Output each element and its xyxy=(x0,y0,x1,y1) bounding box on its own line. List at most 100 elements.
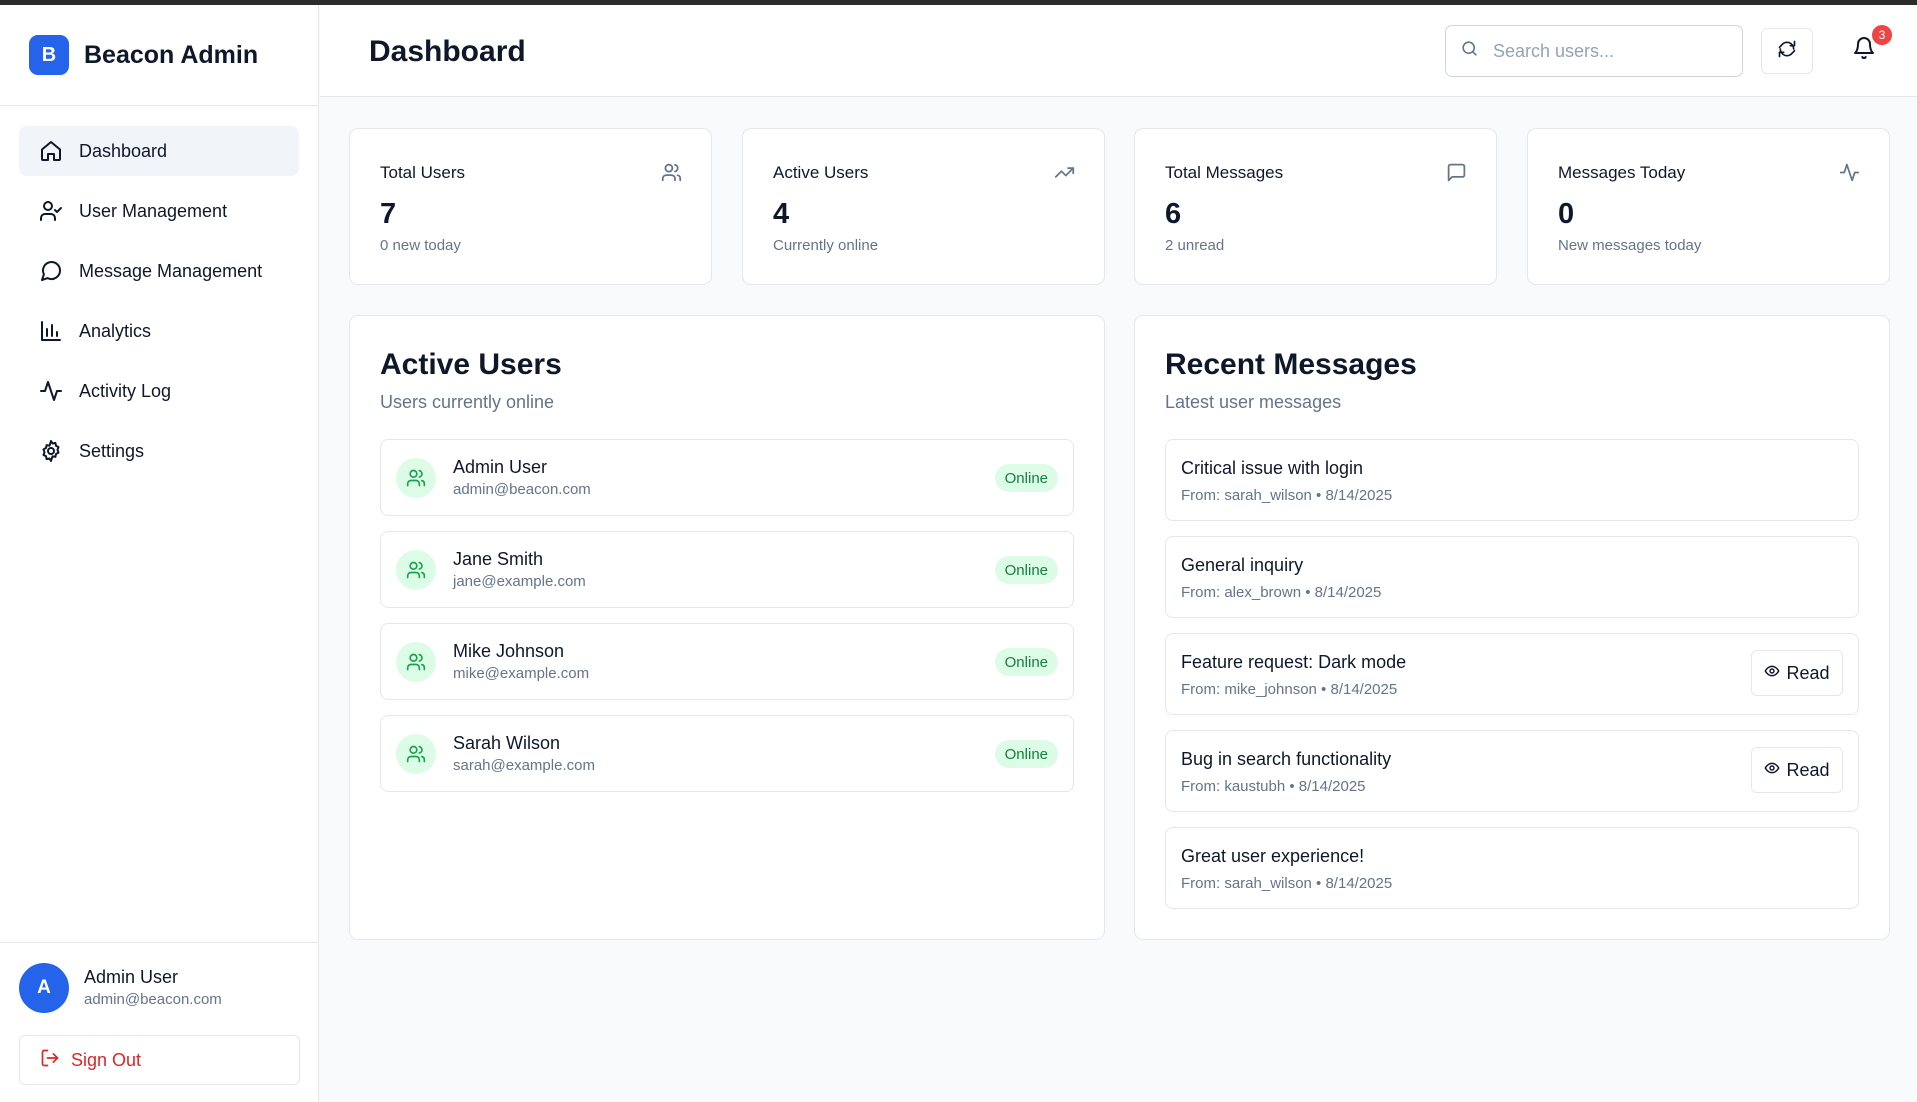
message-item[interactable]: Bug in search functionality From: kaustu… xyxy=(1165,730,1859,812)
user-name: Jane Smith xyxy=(453,549,544,569)
gear-icon xyxy=(38,438,64,464)
read-label: Read xyxy=(1786,662,1830,683)
panel-title: Recent Messages xyxy=(1165,348,1417,381)
message-circle-icon xyxy=(38,258,64,284)
message-item[interactable]: Great user experience! From: sarah_wilso… xyxy=(1165,827,1859,909)
user-name: Mike Johnson xyxy=(453,641,565,661)
search-input[interactable] xyxy=(1493,40,1723,62)
sidebar: B Beacon Admin Dashboard User Management… xyxy=(0,5,319,1102)
eye-icon xyxy=(1764,663,1780,684)
message-meta: From: sarah_wilson • 8/14/2025 xyxy=(1181,487,1393,504)
panel-subtitle: Latest user messages xyxy=(1165,392,1342,412)
sidebar-item-label: Activity Log xyxy=(79,380,172,401)
user-email: jane@example.com xyxy=(453,573,586,590)
log-out-icon xyxy=(40,1048,60,1073)
stat-card-total-messages: Total Messages 6 2 unread xyxy=(1134,128,1497,285)
stat-card-total-users: Total Users 7 0 new today xyxy=(349,128,712,285)
sidebar-item-label: Settings xyxy=(79,440,145,461)
panel-title: Active Users xyxy=(380,348,562,381)
sidebar-item-analytics[interactable]: Analytics xyxy=(19,306,299,356)
users-icon xyxy=(396,641,436,682)
status-badge: Online xyxy=(994,648,1058,676)
list-item[interactable]: Mike Johnson mike@example.com Online xyxy=(380,623,1074,700)
stat-subtext: Currently online xyxy=(773,237,879,254)
status-badge: Online xyxy=(994,740,1058,768)
stat-card-active-users: Active Users 4 Currently online xyxy=(742,128,1105,285)
brand-name: Beacon Admin xyxy=(84,40,259,69)
user-email: sarah@example.com xyxy=(453,757,595,774)
stat-title: Messages Today xyxy=(1558,163,1686,182)
search-icon xyxy=(1460,39,1479,63)
stat-value: 7 xyxy=(380,198,397,230)
stat-subtext: 2 unread xyxy=(1165,237,1225,254)
message-subject: Bug in search functionality xyxy=(1181,749,1392,769)
current-user-email: admin@beacon.com xyxy=(84,991,222,1008)
users-icon xyxy=(661,162,682,188)
brand-logo: B xyxy=(29,35,69,75)
message-subject: General inquiry xyxy=(1181,555,1304,575)
brand[interactable]: B Beacon Admin xyxy=(0,5,318,106)
search-box[interactable] xyxy=(1445,25,1743,77)
sign-out-label: Sign Out xyxy=(71,1049,142,1070)
bar-chart-icon xyxy=(38,318,64,344)
user-email: admin@beacon.com xyxy=(453,481,591,498)
message-meta: From: mike_johnson • 8/14/2025 xyxy=(1181,681,1398,698)
user-email: mike@example.com xyxy=(453,665,590,682)
message-meta: From: kaustubh • 8/14/2025 xyxy=(1181,778,1366,795)
user-check-icon xyxy=(38,198,64,224)
list-item[interactable]: Admin User admin@beacon.com Online xyxy=(380,439,1074,516)
read-label: Read xyxy=(1786,759,1830,780)
sidebar-item-label: User Management xyxy=(79,200,228,221)
sidebar-item-settings[interactable]: Settings xyxy=(19,426,299,476)
active-users-panel: Active Users Users currently online Admi… xyxy=(349,315,1105,940)
mark-read-button[interactable]: Read xyxy=(1751,747,1843,793)
stat-value: 4 xyxy=(773,198,790,230)
panel-subtitle: Users currently online xyxy=(380,392,555,412)
message-square-icon xyxy=(1446,162,1467,188)
page-title: Dashboard xyxy=(369,35,526,68)
refresh-icon xyxy=(1777,39,1797,64)
message-subject: Great user experience! xyxy=(1181,846,1365,866)
sidebar-item-dashboard[interactable]: Dashboard xyxy=(19,126,299,176)
eye-icon xyxy=(1764,760,1780,781)
message-item[interactable]: General inquiry From: alex_brown • 8/14/… xyxy=(1165,536,1859,618)
mark-read-button[interactable]: Read xyxy=(1751,650,1843,696)
stat-subtext: New messages today xyxy=(1558,237,1702,254)
message-subject: Critical issue with login xyxy=(1181,458,1364,478)
sidebar-nav: Dashboard User Management Message Manage… xyxy=(0,106,318,506)
message-item[interactable]: Feature request: Dark mode From: mike_jo… xyxy=(1165,633,1859,715)
status-badge: Online xyxy=(994,464,1058,492)
sign-out-button[interactable]: Sign Out xyxy=(19,1035,300,1085)
users-icon xyxy=(396,457,436,498)
notification-badge: 3 xyxy=(1872,25,1892,45)
message-meta: From: sarah_wilson • 8/14/2025 xyxy=(1181,875,1393,892)
list-item[interactable]: Jane Smith jane@example.com Online xyxy=(380,531,1074,608)
stat-value: 0 xyxy=(1558,198,1575,230)
refresh-button[interactable] xyxy=(1761,28,1813,74)
activity-icon xyxy=(1839,162,1860,188)
stat-title: Total Users xyxy=(380,163,466,182)
list-item[interactable]: Sarah Wilson sarah@example.com Online xyxy=(380,715,1074,792)
user-name: Admin User xyxy=(453,457,548,477)
sidebar-item-label: Dashboard xyxy=(79,140,168,161)
stat-title: Active Users xyxy=(773,163,869,182)
sidebar-item-user-management[interactable]: User Management xyxy=(19,186,299,236)
stat-card-messages-today: Messages Today 0 New messages today xyxy=(1527,128,1890,285)
stat-title: Total Messages xyxy=(1165,163,1284,182)
current-user-name: Admin User xyxy=(84,967,179,987)
message-subject: Feature request: Dark mode xyxy=(1181,652,1407,672)
message-meta: From: alex_brown • 8/14/2025 xyxy=(1181,584,1382,601)
stat-value: 6 xyxy=(1165,198,1182,230)
current-user: A Admin User admin@beacon.com xyxy=(19,961,300,1014)
sidebar-item-label: Message Management xyxy=(79,260,263,281)
message-item[interactable]: Critical issue with login From: sarah_wi… xyxy=(1165,439,1859,521)
sidebar-footer: A Admin User admin@beacon.com Sign Out xyxy=(0,942,319,1102)
stat-subtext: 0 new today xyxy=(380,237,461,254)
sidebar-item-activity-log[interactable]: Activity Log xyxy=(19,366,299,416)
users-icon xyxy=(396,733,436,774)
sidebar-item-label: Analytics xyxy=(79,320,152,341)
user-name: Sarah Wilson xyxy=(453,733,561,753)
sidebar-item-message-management[interactable]: Message Management xyxy=(19,246,299,296)
activity-icon xyxy=(38,378,64,404)
avatar: A xyxy=(19,962,69,1013)
